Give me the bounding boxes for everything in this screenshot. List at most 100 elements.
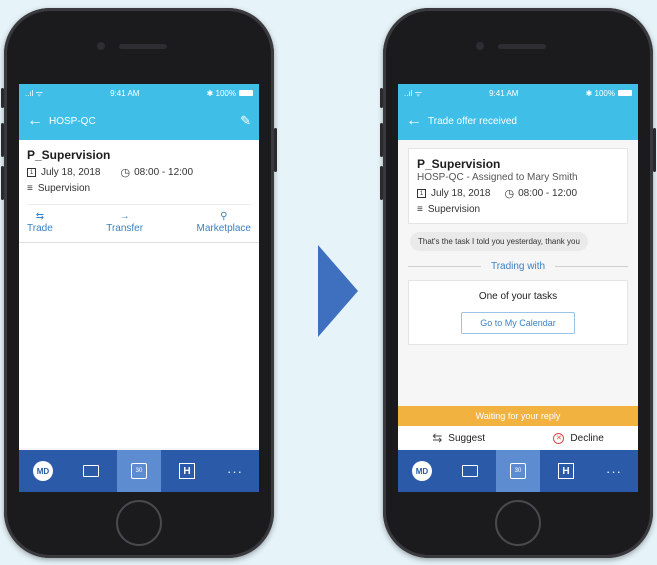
status-time: 9:41 AM — [489, 88, 519, 98]
md-avatar-icon: MD — [33, 461, 53, 481]
page-title: HOSP-QC — [49, 115, 96, 127]
trade-button[interactable]: ⇆ Trade — [27, 211, 53, 234]
task-assignment: HOSP-QC - Assigned to Mary Smith — [417, 172, 578, 183]
task-card: P_Supervision 1 July 18, 2018 ◷ 08:00 - … — [19, 140, 259, 242]
task-title: P_Supervision — [417, 157, 501, 171]
marketplace-label: Marketplace — [196, 223, 251, 234]
marketplace-button[interactable]: ⚲ Marketplace — [197, 211, 251, 234]
back-arrow-icon[interactable]: ← — [27, 112, 49, 130]
tab-calendar[interactable]: 30 — [496, 450, 540, 492]
reply-actions: ⇆ Suggest ✕ Decline — [398, 426, 638, 450]
transfer-label: Transfer — [106, 223, 144, 234]
edit-pencil-icon[interactable]: ✎ — [240, 113, 251, 129]
tab-profile[interactable]: MD — [21, 450, 65, 492]
trading-with-label: Trading with — [490, 261, 546, 272]
battery-group: ✱ 100% — [207, 89, 253, 98]
battery-text: ✱ 100% — [206, 88, 236, 98]
calendar-tab-icon: 30 — [131, 463, 147, 479]
tab-calendar[interactable]: 30 — [117, 450, 161, 492]
task-card: P_Supervision HOSP-QC - Assigned to Mary… — [408, 148, 628, 224]
earpiece-speaker — [119, 44, 167, 49]
empty-content-area — [19, 242, 259, 448]
task-category: Supervision — [37, 183, 91, 194]
task-date: July 18, 2018 — [41, 167, 101, 178]
task-category-row: ≡ Supervision — [417, 204, 619, 215]
app-bar: ← Trade offer received — [398, 102, 638, 140]
waiting-banner: Waiting for your reply — [398, 406, 638, 426]
signal-indicator: ..ıl ᯤ — [404, 88, 422, 98]
app-bar: ← HOSP-QC ✎ — [19, 102, 259, 140]
tab-messages[interactable] — [448, 450, 492, 492]
signal-indicator: ..ıl ᯤ — [25, 88, 43, 98]
mail-icon — [462, 465, 478, 477]
left-screen: ..ıl ᯤ 9:41 AM ✱ 100% ← HOSP-QC ✎ P_Supe… — [19, 84, 259, 492]
pin-icon: ⚲ — [220, 211, 228, 222]
decline-label: Decline — [570, 432, 604, 444]
category-lines-icon: ≡ — [27, 183, 33, 194]
phone-left: ..ıl ᯤ 9:41 AM ✱ 100% ← HOSP-QC ✎ P_Supe… — [1, 8, 277, 558]
decline-x-icon: ✕ — [553, 432, 565, 444]
swap-arrows-icon: ⇆ — [432, 431, 443, 445]
tab-profile[interactable]: MD — [400, 450, 444, 492]
trade-icon: ⇆ — [35, 211, 45, 222]
power-button — [653, 128, 656, 172]
transfer-arrow-icon: → — [119, 211, 130, 222]
battery-icon — [617, 90, 632, 96]
back-arrow-icon[interactable]: ← — [406, 112, 428, 130]
phone-right: ..ıl ᯤ 9:41 AM ✱ 100% ← Trade offer rece… — [380, 8, 656, 558]
transition-arrow-icon — [318, 245, 358, 337]
home-button — [116, 500, 162, 546]
message-bubble: That's the task I told you yesterday, th… — [410, 232, 588, 251]
transfer-button[interactable]: → Transfer — [106, 211, 143, 234]
divider-line — [408, 266, 481, 267]
task-category-row: ≡ Supervision — [27, 183, 251, 194]
battery-group: ✱ 100% — [586, 89, 632, 98]
volume-up-button — [380, 123, 383, 157]
trading-with-divider: Trading with — [408, 261, 629, 272]
decline-button[interactable]: ✕ Decline — [553, 432, 604, 444]
earpiece-speaker — [498, 44, 546, 49]
calendar-icon: 1 — [27, 168, 36, 177]
suggest-button[interactable]: ⇆ Suggest — [432, 431, 485, 445]
status-time: 9:41 AM — [110, 88, 140, 98]
trade-label: Trade — [27, 223, 53, 234]
more-dots-icon: ··· — [606, 463, 622, 479]
mute-switch — [380, 88, 383, 108]
divider-line — [555, 266, 629, 267]
tab-more[interactable]: ··· — [213, 450, 257, 492]
go-to-calendar-button[interactable]: Go to My Calendar — [461, 312, 575, 334]
task-time: 08:00 - 12:00 — [134, 167, 194, 178]
tab-more[interactable]: ··· — [592, 450, 636, 492]
mail-icon — [83, 465, 99, 477]
tab-hospital[interactable]: H — [544, 450, 588, 492]
mute-switch — [1, 88, 4, 108]
task-actions: ⇆ Trade → Transfer ⚲ Marketplace — [27, 204, 251, 242]
task-datetime-row: 1 July 18, 2018 ◷ 08:00 - 12:00 — [27, 166, 251, 179]
status-bar: ..ıl ᯤ 9:41 AM ✱ 100% — [398, 84, 638, 102]
home-button — [495, 500, 541, 546]
hospital-h-icon: H — [558, 463, 574, 479]
task-date: July 18, 2018 — [431, 188, 491, 199]
volume-up-button — [1, 123, 4, 157]
task-title: P_Supervision — [27, 148, 111, 162]
tab-hospital[interactable]: H — [165, 450, 209, 492]
suggest-label: Suggest — [448, 432, 485, 444]
volume-down-button — [1, 166, 4, 200]
category-lines-icon: ≡ — [417, 204, 423, 215]
calendar-icon: 1 — [417, 189, 426, 198]
calendar-tab-icon: 30 — [510, 463, 526, 479]
status-bar: ..ıl ᯤ 9:41 AM ✱ 100% — [19, 84, 259, 102]
right-screen: ..ıl ᯤ 9:41 AM ✱ 100% ← Trade offer rece… — [398, 84, 638, 492]
power-button — [274, 128, 277, 172]
battery-text: ✱ 100% — [585, 88, 615, 98]
trade-target-box: One of your tasks Go to My Calendar — [408, 280, 628, 345]
clock-icon: ◷ — [120, 167, 131, 179]
more-dots-icon: ··· — [227, 463, 243, 479]
tab-messages[interactable] — [69, 450, 113, 492]
md-avatar-icon: MD — [412, 461, 432, 481]
trade-target-text: One of your tasks — [478, 291, 558, 302]
task-category: Supervision — [427, 204, 481, 215]
clock-icon: ◷ — [504, 188, 515, 200]
task-datetime-row: 1 July 18, 2018 ◷ 08:00 - 12:00 — [417, 187, 619, 200]
hospital-h-icon: H — [179, 463, 195, 479]
